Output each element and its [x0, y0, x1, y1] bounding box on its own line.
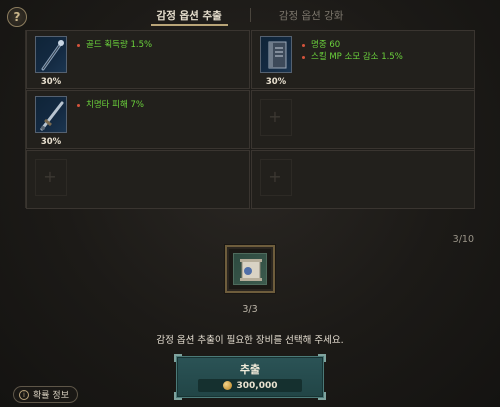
equipment-slot[interactable]: 30% 골드 획득량 1.5% [26, 30, 250, 89]
extract-cost: 300,000 [198, 379, 302, 392]
material-count: 3/3 [242, 304, 258, 315]
sword-icon [35, 96, 67, 133]
empty-slot[interactable]: + [251, 150, 475, 209]
info-icon: i [19, 389, 29, 400]
equipment-slot[interactable]: 30% 치명타 피해 7% [26, 90, 250, 149]
tab-bar: 감정 옵션 추출 감정 옵션 강화 [120, 0, 380, 30]
bullet-icon [302, 55, 305, 59]
option-list: 치명타 피해 7% [77, 99, 144, 111]
instruction-text: 감정 옵션 추출이 필요한 장비를 선택해 주세요. [156, 335, 344, 346]
extract-percent: 30% [40, 77, 62, 87]
help-button[interactable]: ? [7, 7, 27, 27]
probability-info-button[interactable]: i 확률 정보 [13, 386, 78, 403]
tab-divider [249, 8, 251, 22]
gold-coin-icon [222, 381, 232, 390]
bullet-icon [77, 103, 80, 107]
equipment-slot-grid: 30% 골드 획득량 1.5% 30% 명중 60 스킬 MP 소모 감소 1.… [25, 30, 475, 209]
option-list: 명중 60 스킬 MP 소모 감소 1.5% [302, 39, 403, 63]
option-text: 치명타 피해 7% [86, 100, 144, 110]
option-text: 골드 획득량 1.5% [86, 40, 153, 50]
option-line: 스킬 MP 소모 감소 1.5% [302, 51, 403, 63]
corner-decoration [318, 392, 326, 400]
option-text: 명중 60 [311, 40, 341, 50]
scroll-icon [233, 253, 267, 285]
material-item-slot[interactable] [225, 245, 275, 293]
option-text: 스킬 MP 소모 감소 1.5% [311, 52, 403, 62]
empty-slot[interactable]: + [251, 90, 475, 149]
extract-cost-value: 300,000 [236, 380, 278, 391]
plus-icon: + [268, 106, 282, 126]
bullet-icon [77, 43, 80, 47]
extract-percent: 30% [40, 137, 62, 147]
book-icon [260, 36, 292, 73]
extract-button-label: 추출 [239, 363, 261, 376]
question-icon: ? [13, 10, 21, 24]
equipment-slot[interactable]: 30% 명중 60 스킬 MP 소모 감소 1.5% [251, 30, 475, 89]
probability-info-label: 확률 정보 [33, 391, 69, 401]
tab-option-enhance[interactable]: 감정 옵션 강화 [269, 0, 354, 30]
tab-option-extract[interactable]: 감정 옵션 추출 [147, 0, 232, 30]
slot-count: 3/10 [452, 234, 474, 245]
staff-icon [35, 36, 67, 73]
option-line: 명중 60 [302, 39, 403, 51]
extract-percent: 30% [265, 77, 287, 87]
corner-decoration [174, 392, 182, 400]
plus-icon: + [43, 166, 57, 186]
extract-button[interactable]: 추출 300,000 [174, 354, 326, 400]
option-list: 골드 획득량 1.5% [77, 39, 152, 51]
option-line: 치명타 피해 7% [77, 99, 144, 111]
option-line: 골드 획득량 1.5% [77, 39, 152, 51]
bullet-icon [302, 43, 305, 47]
empty-slot[interactable]: + [26, 150, 250, 209]
plus-icon: + [268, 166, 282, 186]
